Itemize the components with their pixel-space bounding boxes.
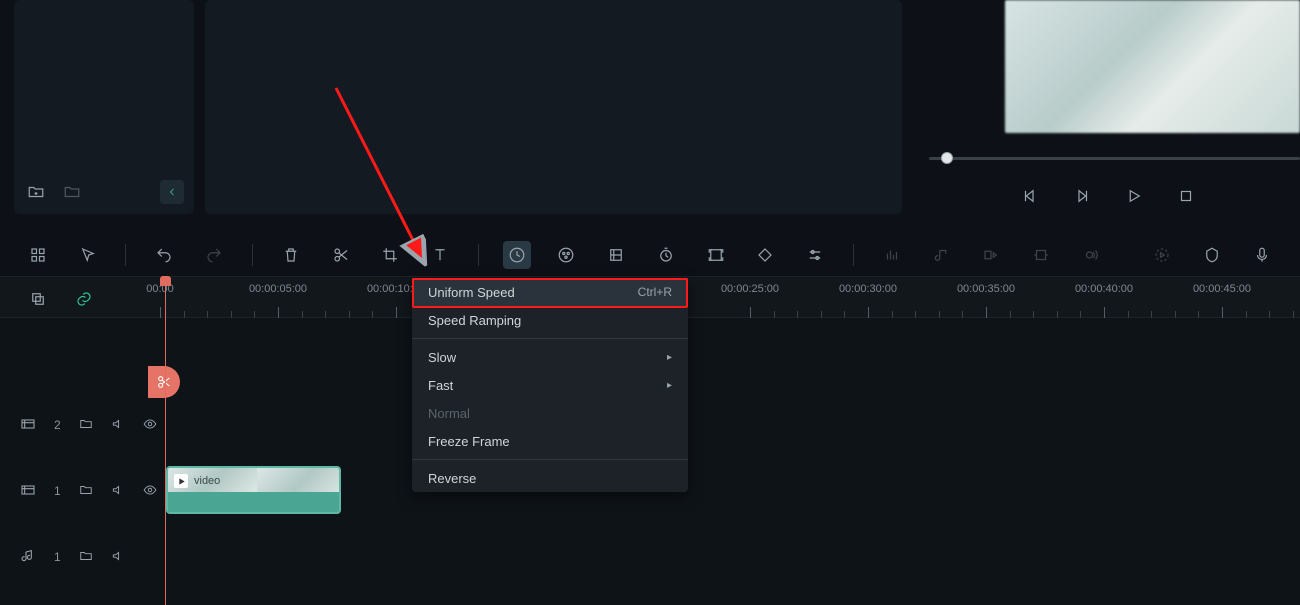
audio-track-1: 1	[0, 532, 1300, 582]
visibility-icon[interactable]	[143, 417, 157, 434]
delete-icon[interactable]	[277, 241, 305, 269]
track-number: 2	[54, 418, 61, 432]
menu-speed-ramping[interactable]: Speed Ramping	[412, 306, 688, 334]
mic-icon[interactable]	[1248, 241, 1276, 269]
play-button[interactable]	[1122, 184, 1146, 208]
chevron-right-icon: ▸	[667, 352, 672, 363]
menu-freeze-frame[interactable]: Freeze Frame	[412, 427, 688, 455]
separator	[125, 244, 126, 266]
ruler-label: 00:00:40:00	[1075, 283, 1133, 295]
text-icon[interactable]	[426, 241, 454, 269]
speed-icon[interactable]	[503, 241, 531, 269]
autoreframe-icon[interactable]	[702, 241, 730, 269]
pointer-icon[interactable]	[74, 241, 102, 269]
marker-icon[interactable]	[1198, 241, 1226, 269]
menu-normal: Normal	[412, 399, 688, 427]
prev-frame-button[interactable]	[1018, 184, 1042, 208]
audio-detach-icon[interactable]	[928, 241, 956, 269]
menu-slow[interactable]: Slow▸	[412, 343, 688, 371]
voiceover-icon[interactable]	[1077, 241, 1105, 269]
split-clip-button[interactable]	[148, 366, 180, 398]
adjust-icon[interactable]	[801, 241, 829, 269]
mask-icon[interactable]	[602, 241, 630, 269]
menu-reverse[interactable]: Reverse	[412, 464, 688, 492]
separator	[252, 244, 253, 266]
timeline-toolbar	[0, 238, 1300, 272]
audio-sync-icon[interactable]	[977, 241, 1005, 269]
equalizer-icon[interactable]	[878, 241, 906, 269]
menu-fast[interactable]: Fast▸	[412, 371, 688, 399]
speed-dropdown-menu: Uniform Speed Ctrl+R Speed Ramping Slow▸…	[412, 278, 688, 492]
folder-add-icon[interactable]	[24, 180, 48, 204]
preview-frame	[1005, 0, 1300, 133]
undo-icon[interactable]	[150, 241, 178, 269]
slider-handle[interactable]	[941, 152, 953, 164]
link-icon[interactable]	[70, 285, 98, 313]
media-library-panel	[14, 0, 194, 214]
menu-separator	[412, 338, 688, 339]
ruler-label: 00:00:35:00	[957, 283, 1015, 295]
clip-label: video	[194, 475, 220, 487]
play-icon	[174, 474, 188, 488]
ruler-label: 00:00:25:00	[721, 283, 779, 295]
color-icon[interactable]	[553, 241, 581, 269]
ruler-label: 00:00:05:00	[249, 283, 307, 295]
track-number: 1	[54, 550, 61, 564]
grid-icon[interactable]	[24, 241, 52, 269]
folder-icon[interactable]	[79, 483, 93, 500]
playhead[interactable]	[165, 276, 166, 605]
folder-icon[interactable]	[79, 417, 93, 434]
duration-icon[interactable]	[652, 241, 680, 269]
mute-icon[interactable]	[111, 549, 125, 566]
track-number: 1	[54, 484, 61, 498]
stop-button[interactable]	[1174, 184, 1198, 208]
copy-icon[interactable]	[24, 285, 52, 313]
player-panel	[915, 0, 1300, 214]
menu-uniform-speed[interactable]: Uniform Speed Ctrl+R	[412, 278, 688, 306]
keyframe-icon[interactable]	[752, 241, 780, 269]
ruler-label: 00:00:45:00	[1193, 283, 1251, 295]
separator	[478, 244, 479, 266]
video-clip[interactable]: video	[166, 466, 341, 514]
menu-separator	[412, 459, 688, 460]
fit-icon[interactable]	[1027, 241, 1055, 269]
separator	[853, 244, 854, 266]
playback-slider[interactable]	[929, 152, 1300, 164]
visibility-icon[interactable]	[143, 483, 157, 500]
timeline-ruler[interactable]: 00:0000:00:05:0000:00:10:0000:00:25:0000…	[160, 283, 1300, 315]
ruler-label: 00:00:30:00	[839, 283, 897, 295]
center-panel	[205, 0, 902, 214]
render-icon[interactable]	[1149, 241, 1177, 269]
shortcut-label: Ctrl+R	[638, 285, 672, 299]
mute-icon[interactable]	[111, 483, 125, 500]
video-track-icon	[20, 416, 36, 435]
video-track-icon	[20, 482, 36, 501]
chevron-right-icon: ▸	[667, 380, 672, 391]
mute-icon[interactable]	[111, 417, 125, 434]
crop-icon[interactable]	[376, 241, 404, 269]
scissors-icon[interactable]	[327, 241, 355, 269]
collapse-panel-icon[interactable]	[160, 180, 184, 204]
redo-icon[interactable]	[200, 241, 228, 269]
folder-icon[interactable]	[60, 180, 84, 204]
folder-icon[interactable]	[79, 549, 93, 566]
upper-panels	[0, 0, 1300, 228]
next-frame-button[interactable]	[1070, 184, 1094, 208]
audio-track-icon	[20, 548, 36, 567]
